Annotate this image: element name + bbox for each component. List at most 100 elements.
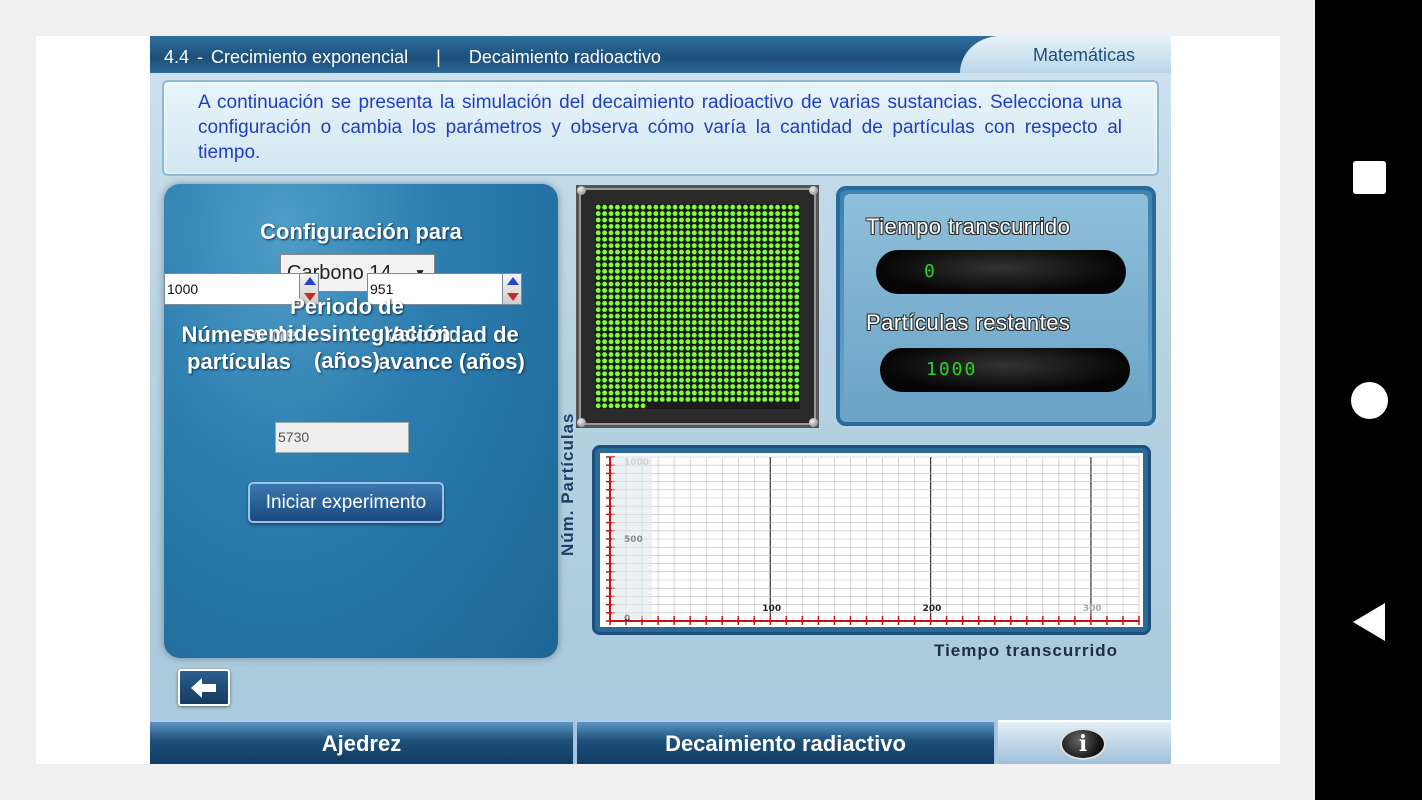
particle-dot [775,339,781,345]
particle-dot [768,358,774,364]
particle-dot [608,313,614,319]
particle-dot [634,268,640,274]
particle-dot [691,294,697,300]
screen: 4.4- Crecimiento exponencial | Decaimiento … [0,0,1422,800]
particle-dot [749,262,755,268]
recent-apps-icon[interactable] [1353,161,1386,194]
particle-dot [736,217,742,223]
particle-dot [685,390,691,396]
particle-dot [787,339,793,345]
particle-dot [698,320,704,325]
info-button[interactable]: i [1060,728,1106,760]
particle-dot [659,320,665,325]
particle-dot [755,268,761,274]
particle-dot [717,268,723,274]
particle-dot [787,320,793,325]
particle-dot [730,396,736,402]
particle-dot [608,307,614,313]
particle-dot [736,236,742,242]
particle-dot [685,249,691,255]
home-icon[interactable] [1351,382,1388,419]
particle-dot [685,364,691,370]
start-experiment-button[interactable]: Iniciar experimento [248,482,444,523]
particle-dot [691,262,697,268]
particle-dot [679,211,684,217]
particle-dot [685,236,691,242]
back-button[interactable] [178,669,230,706]
particle-dot [608,243,614,249]
particle-dot [621,384,627,390]
particle-dot [679,377,684,383]
particle-dot [794,236,800,242]
particle-dot [698,281,704,287]
particle-dot [794,294,800,300]
particle-dot [634,377,640,383]
particle-dot [602,377,608,383]
spin-up-icon[interactable] [507,277,519,285]
particle-dot [775,307,781,313]
particle-dot [627,307,633,313]
particle-dot [768,300,774,306]
particle-dot [640,326,646,332]
particle-dot [595,364,601,370]
particle-dot [787,352,793,357]
particle-dot [749,364,755,370]
particle-dot [743,358,748,364]
particle-dot [743,326,748,332]
particle-dot [768,364,774,370]
particle-dot [698,345,704,351]
particle-dot [685,281,691,287]
particle-dot [755,281,761,287]
particle-dot [723,300,729,306]
particle-dot [723,223,729,229]
particle-dot [685,268,691,274]
particle-dot [794,352,800,357]
particle-dot [711,236,716,242]
particle-dot [711,300,716,306]
particle-dot [659,352,665,357]
particle-dot [717,230,723,236]
particle-dot [730,307,736,313]
tab-ajedrez[interactable]: Ajedrez [150,720,575,764]
particle-dot [781,256,787,261]
particle-dot [608,339,614,345]
particle-dot [755,307,761,313]
back-icon[interactable] [1353,603,1385,641]
spin-down-icon[interactable] [507,293,519,301]
tab-decaimiento[interactable]: Decaimiento radiactivo [577,720,996,764]
particle-dot [698,256,704,261]
particle-dot [794,371,800,377]
particle-dot [762,332,768,338]
particle-dot [781,377,787,383]
speed-spinner[interactable] [502,273,522,305]
particle-dot [672,384,678,390]
particle-dot [743,307,748,313]
particle-dot [672,249,678,255]
particle-dot [621,377,627,383]
particle-dot [743,288,748,293]
particle-dot [691,217,697,223]
particle-dot [627,268,633,274]
particle-dot [666,268,672,274]
particle-dot [794,345,800,351]
particle-dot [736,352,742,357]
particle-dot [691,211,697,217]
particle-dot [704,326,710,332]
particle-dot [608,249,614,255]
particle-dot [647,377,652,383]
particle-dot [691,332,697,338]
particle-dot [711,249,716,255]
particle-dot [634,204,640,210]
spin-up-icon[interactable] [304,277,316,285]
particle-dot [743,249,748,255]
particle-dot [659,396,665,402]
particle-dot [704,345,710,351]
particle-dot [659,288,665,293]
particle-dot [730,204,736,210]
particle-dot [614,249,620,255]
particle-dot [614,364,620,370]
particle-dot [672,275,678,281]
particle-dot [659,326,665,332]
particle-dot [755,300,761,306]
particle-dot [653,223,659,229]
